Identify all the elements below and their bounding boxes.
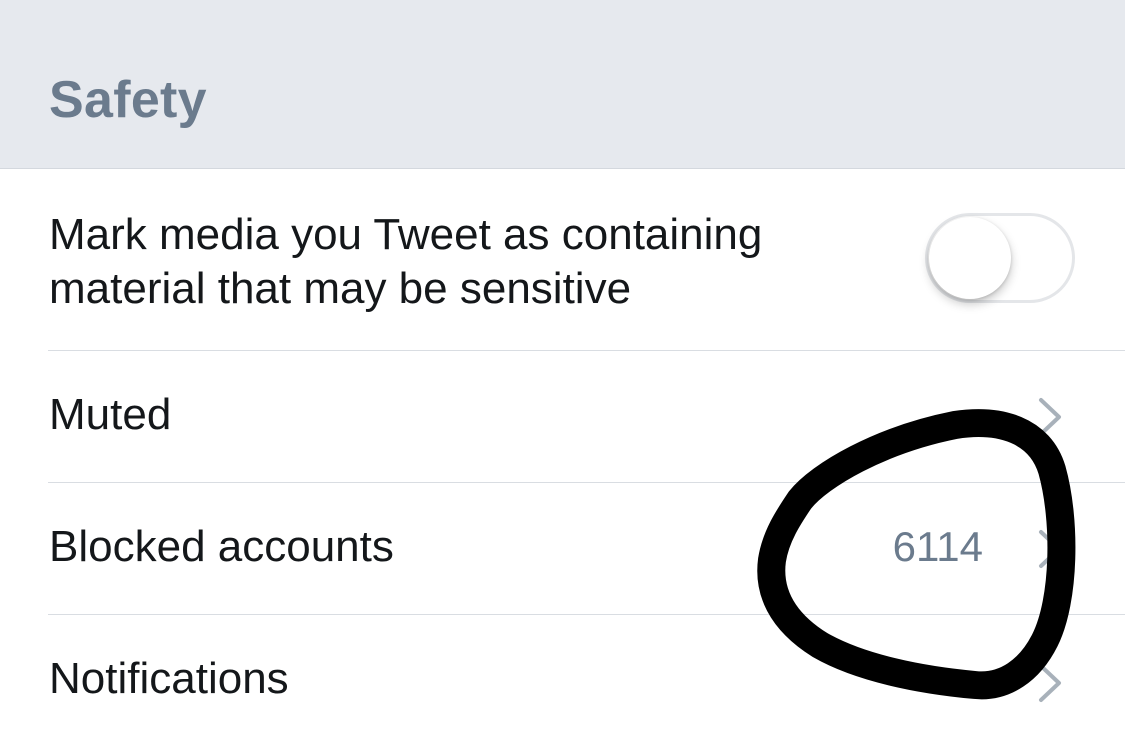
notifications-label: Notifications	[49, 654, 289, 703]
sensitive-media-label: Mark media you Tweet as containing mater…	[49, 208, 762, 316]
blocked-accounts-row[interactable]: Blocked accounts 6114	[0, 483, 1125, 614]
section-title: Safety	[49, 71, 207, 129]
muted-row[interactable]: Muted	[0, 351, 1125, 482]
blocked-accounts-label: Blocked accounts	[49, 522, 394, 571]
chevron-right-icon	[1039, 398, 1061, 436]
chevron-right-icon	[1039, 530, 1061, 568]
notifications-row[interactable]: Notifications	[0, 615, 1125, 732]
section-header: Safety	[0, 0, 1125, 169]
muted-label: Muted	[49, 390, 172, 439]
sensitive-media-toggle[interactable]	[925, 213, 1075, 303]
blocked-accounts-count: 6114	[892, 523, 983, 570]
sensitive-media-row: Mark media you Tweet as containing mater…	[0, 170, 1125, 350]
toggle-knob	[929, 217, 1011, 299]
sensitive-media-label-line1: Mark media you Tweet as containing	[49, 210, 763, 259]
sensitive-media-label-line2: material that may be sensitive	[49, 264, 632, 313]
safety-settings-page: Safety Mark media you Tweet as containin…	[0, 0, 1125, 732]
chevron-right-icon	[1039, 664, 1061, 702]
